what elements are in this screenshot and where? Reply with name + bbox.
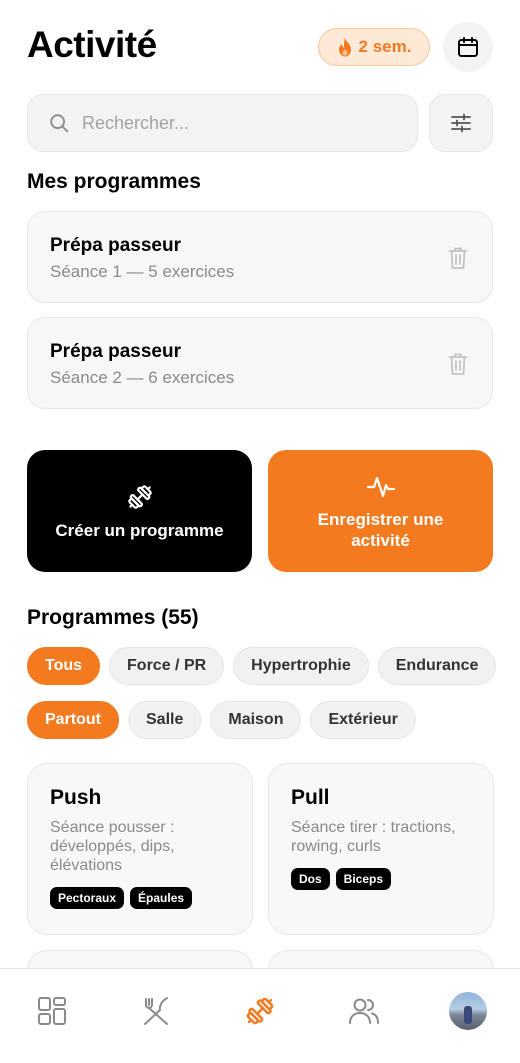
filter-chip-home[interactable]: Maison	[210, 701, 302, 739]
filter-chip-outdoor[interactable]: Extérieur	[310, 701, 416, 739]
bottom-tab-bar	[0, 968, 520, 1063]
streak-label: 2 sem.	[358, 37, 412, 56]
my-program-card[interactable]: Prépa passeur Séance 2 — 6 exercices	[27, 317, 493, 409]
filter-chip-hypertrophy[interactable]: Hypertrophie	[233, 647, 369, 685]
tab-profile[interactable]	[446, 989, 490, 1033]
my-programs-title: Mes programmes	[27, 170, 201, 193]
programs-title: Programmes (55)	[27, 606, 199, 629]
tab-dashboard[interactable]	[30, 989, 74, 1033]
create-program-button[interactable]: Créer un programme	[27, 450, 252, 572]
program-name: Pull	[291, 786, 330, 809]
tab-community[interactable]	[342, 989, 386, 1033]
my-program-subtitle: Séance 2 — 6 exercices	[50, 368, 235, 387]
search-icon	[50, 114, 69, 133]
my-program-name: Prépa passeur	[50, 235, 181, 256]
delete-button[interactable]	[448, 246, 468, 275]
filter-chip-endurance[interactable]: Endurance	[377, 647, 497, 685]
dumbbell-icon	[127, 484, 152, 509]
muscle-tag: Biceps	[335, 868, 392, 890]
program-description: Séance pousser : développés, dips, éléva…	[50, 819, 175, 874]
trash-icon	[448, 353, 468, 375]
tab-workouts[interactable]	[238, 989, 282, 1033]
filter-chip-strength[interactable]: Force / PR	[109, 647, 225, 685]
program-tile-pull[interactable]: Pull Séance tirer : tractions, rowing, c…	[268, 763, 494, 935]
filter-chip-anywhere[interactable]: Partout	[27, 701, 119, 739]
trash-icon	[448, 247, 468, 269]
header: Activité 2 sem.	[27, 22, 493, 72]
sliders-icon	[451, 113, 471, 133]
program-tile-push[interactable]: Push Séance pousser : développés, dips, …	[27, 763, 253, 935]
muscle-tag: Dos	[291, 868, 330, 890]
program-description: Séance tirer : tractions, rowing, curls	[291, 819, 456, 855]
filter-button[interactable]	[429, 94, 493, 152]
muscle-tag: Pectoraux	[50, 887, 125, 909]
nutrition-icon	[144, 997, 168, 1025]
dashboard-icon	[38, 997, 66, 1025]
my-program-subtitle: Séance 1 — 5 exercices	[50, 262, 235, 281]
calendar-button[interactable]	[443, 22, 493, 72]
community-icon	[349, 998, 379, 1024]
streak-badge[interactable]: 2 sem.	[318, 28, 430, 66]
profile-avatar	[449, 992, 487, 1030]
tab-nutrition[interactable]	[134, 989, 178, 1033]
page-title: Activité	[27, 24, 157, 65]
search-bar[interactable]	[27, 94, 418, 152]
delete-button[interactable]	[448, 352, 468, 381]
my-program-name: Prépa passeur	[50, 341, 181, 362]
record-activity-button[interactable]: Enregistrer une activité	[268, 450, 493, 572]
type-filter-row: Tous Force / PR Hypertrophie Endurance	[27, 647, 520, 685]
record-activity-label: Enregistrer une activité	[317, 510, 444, 550]
activity-pulse-icon	[366, 476, 395, 498]
search-input[interactable]	[82, 112, 382, 134]
program-tags: Pectoraux Épaules	[50, 887, 193, 909]
dumbbell-icon	[246, 997, 274, 1025]
filter-chip-gym[interactable]: Salle	[128, 701, 202, 739]
flame-icon	[338, 37, 351, 56]
muscle-tag: Épaules	[130, 887, 193, 909]
program-tags: Dos Biceps	[291, 868, 392, 890]
my-program-card[interactable]: Prépa passeur Séance 1 — 5 exercices	[27, 211, 493, 303]
filter-chip-all[interactable]: Tous	[27, 647, 101, 685]
program-name: Push	[50, 786, 102, 809]
calendar-icon	[458, 37, 478, 57]
place-filter-row: Partout Salle Maison Extérieur	[27, 701, 520, 739]
create-program-label: Créer un programme	[55, 520, 224, 540]
